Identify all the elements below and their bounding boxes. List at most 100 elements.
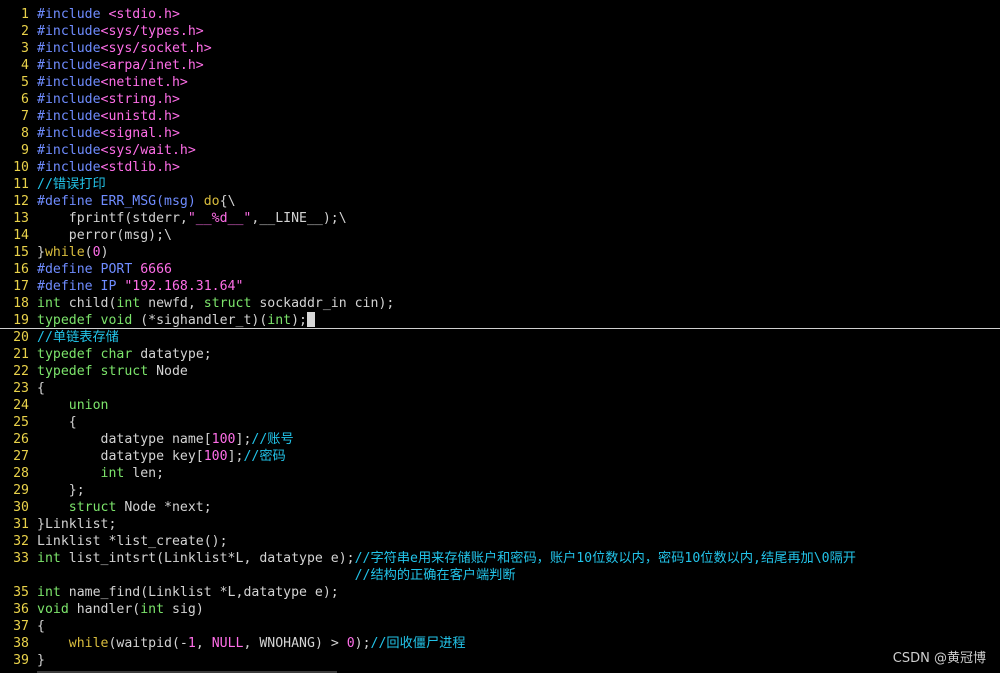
code-line[interactable]: 36 void handler(int sig): [0, 601, 1000, 618]
code-token-string: "__%d__": [187, 211, 252, 226]
code-token-string: "192.168.31.64": [124, 279, 244, 294]
code-line[interactable]: 19 typedef void (*sighandler_t)(int);: [0, 312, 1000, 329]
code-token-type: int: [267, 313, 292, 328]
line-number: 26: [13, 432, 29, 447]
code-line[interactable]: 20 //单链表存储: [0, 329, 1000, 346]
code-line[interactable]: 33 int list_intsrt(Linklist*L, datatype e…: [0, 550, 1000, 567]
code-line[interactable]: 12 #define ERR_MSG(msg) do{\: [0, 193, 1000, 210]
code-line[interactable]: 28 int len;: [0, 465, 1000, 482]
code-line[interactable]: //结构的正确在客户端判断: [0, 567, 1000, 584]
code-line[interactable]: 31}Linklist;: [0, 516, 1000, 533]
code-line[interactable]: 9 #include<sys/wait.h>: [0, 142, 1000, 159]
code-token-type: typedef: [37, 347, 93, 362]
code-token-text: perror(msg);\: [37, 228, 172, 243]
code-line[interactable]: 2 #include<sys/types.h>: [0, 23, 1000, 40]
code-line[interactable]: 8 #include<signal.h>: [0, 125, 1000, 142]
code-token-type: int: [37, 585, 61, 600]
code-text: #include<sys/types.h>: [37, 23, 204, 40]
code-line[interactable]: 32 Linklist *list_create();: [0, 533, 1000, 550]
line-number: 36: [13, 602, 29, 617]
code-text: datatype key[100];//密码: [37, 448, 286, 465]
code-token-number: 100: [211, 432, 236, 447]
code-token-text: );: [291, 313, 307, 328]
code-token-comment: //字符串e用来存储账户和密码，账户10位数以内，密码10位数以内,结尾再加\0…: [354, 551, 856, 566]
code-line[interactable]: 26 datatype name[100];//账号: [0, 431, 1000, 448]
code-line[interactable]: 14 perror(msg);\: [0, 227, 1000, 244]
code-line[interactable]: 23 {: [0, 380, 1000, 397]
line-number: 35: [13, 585, 29, 600]
code-line[interactable]: 17 #define IP "192.168.31.64": [0, 278, 1000, 295]
code-token-preproc: #include: [37, 143, 101, 158]
code-line[interactable]: 22 typedef struct Node: [0, 363, 1000, 380]
code-line[interactable]: 30 struct Node *next;: [0, 499, 1000, 516]
code-token-text: handler(: [68, 602, 141, 617]
line-number: 24: [13, 398, 29, 413]
code-token-preproc: #define PORT: [37, 262, 141, 277]
code-token-text: sig): [164, 602, 204, 617]
line-number: 4: [21, 58, 29, 73]
code-token-text: {: [37, 415, 77, 430]
code-text: //单链表存储: [37, 329, 119, 346]
code-token-preproc: #include: [37, 75, 101, 90]
line-number: 32: [13, 534, 29, 549]
line-number: 33: [13, 551, 29, 566]
code-token-type: int: [116, 296, 141, 311]
code-token-text: (: [84, 245, 93, 260]
code-line[interactable]: 18 int child(int newfd, struct sockaddr_i…: [0, 295, 1000, 312]
line-number: 39: [13, 653, 29, 668]
code-line[interactable]: 7 #include<unistd.h>: [0, 108, 1000, 125]
code-token-string: <sys/wait.h>: [100, 143, 196, 158]
code-text: {: [37, 618, 45, 635]
code-token-string: <sys/types.h>: [100, 24, 204, 39]
code-line[interactable]: 5 #include<netinet.h>: [0, 74, 1000, 91]
line-number: 28: [13, 466, 29, 481]
code-token-preproc: #include: [37, 24, 101, 39]
code-text: {: [37, 414, 77, 431]
code-line[interactable]: 1 #include <stdio.h>: [0, 6, 1000, 23]
line-number: 6: [21, 92, 29, 107]
code-token-preproc: #include: [37, 41, 101, 56]
line-number: 5: [21, 75, 29, 90]
code-token-preproc: #define IP: [37, 279, 125, 294]
code-line[interactable]: 25 {: [0, 414, 1000, 431]
code-token-type: int: [140, 602, 165, 617]
code-line[interactable]: 10 #include<stdlib.h>: [0, 159, 1000, 176]
code-line[interactable]: 6 #include<string.h>: [0, 91, 1000, 108]
code-line[interactable]: 3 #include<sys/socket.h>: [0, 40, 1000, 57]
code-token-type: union: [68, 398, 109, 413]
code-token-text: , WNOHANG) >: [243, 636, 347, 651]
code-text: #include<sys/wait.h>: [37, 142, 196, 159]
code-token-keyword: while: [44, 245, 85, 260]
code-line[interactable]: 24 union: [0, 397, 1000, 414]
code-line[interactable]: 13 fprintf(stderr,"__%d__",__LINE__);\: [0, 210, 1000, 227]
code-token-number: 100: [203, 449, 228, 464]
code-line[interactable]: 37 {: [0, 618, 1000, 635]
code-line[interactable]: 27 datatype key[100];//密码: [0, 448, 1000, 465]
code-line[interactable]: 16 #define PORT 6666: [0, 261, 1000, 278]
line-number: 2: [21, 24, 29, 39]
code-line[interactable]: 38 while(waitpid(-1, NULL, WNOHANG) > 0)…: [0, 635, 1000, 652]
code-text: Linklist *list_create();: [37, 533, 228, 550]
code-token-text: (waitpid(-: [108, 636, 188, 651]
code-line[interactable]: 29 };: [0, 482, 1000, 499]
code-token-type: typedef: [37, 364, 93, 379]
code-line[interactable]: 11 //错误打印: [0, 176, 1000, 193]
code-line[interactable]: 15}while(0): [0, 244, 1000, 261]
code-line[interactable]: 4 #include<arpa/inet.h>: [0, 57, 1000, 74]
code-editor[interactable]: 1 #include <stdio.h> 2 #include<sys/types.h…: [0, 6, 1000, 669]
code-token-type: int: [100, 466, 125, 481]
code-text: #define PORT 6666: [37, 261, 172, 278]
code-token-text: }Linklist;: [37, 517, 117, 532]
code-token-string: <string.h>: [100, 92, 180, 107]
code-line[interactable]: 21 typedef char datatype;: [0, 346, 1000, 363]
code-text: #include<unistd.h>: [37, 108, 180, 125]
code-line[interactable]: 35 int name_find(Linklist *L,datatype e);: [0, 584, 1000, 601]
line-number: 22: [13, 364, 29, 379]
code-token-string: <stdio.h>: [108, 7, 180, 22]
code-token-keyword: while: [68, 636, 109, 651]
line-number: 1: [21, 7, 29, 22]
